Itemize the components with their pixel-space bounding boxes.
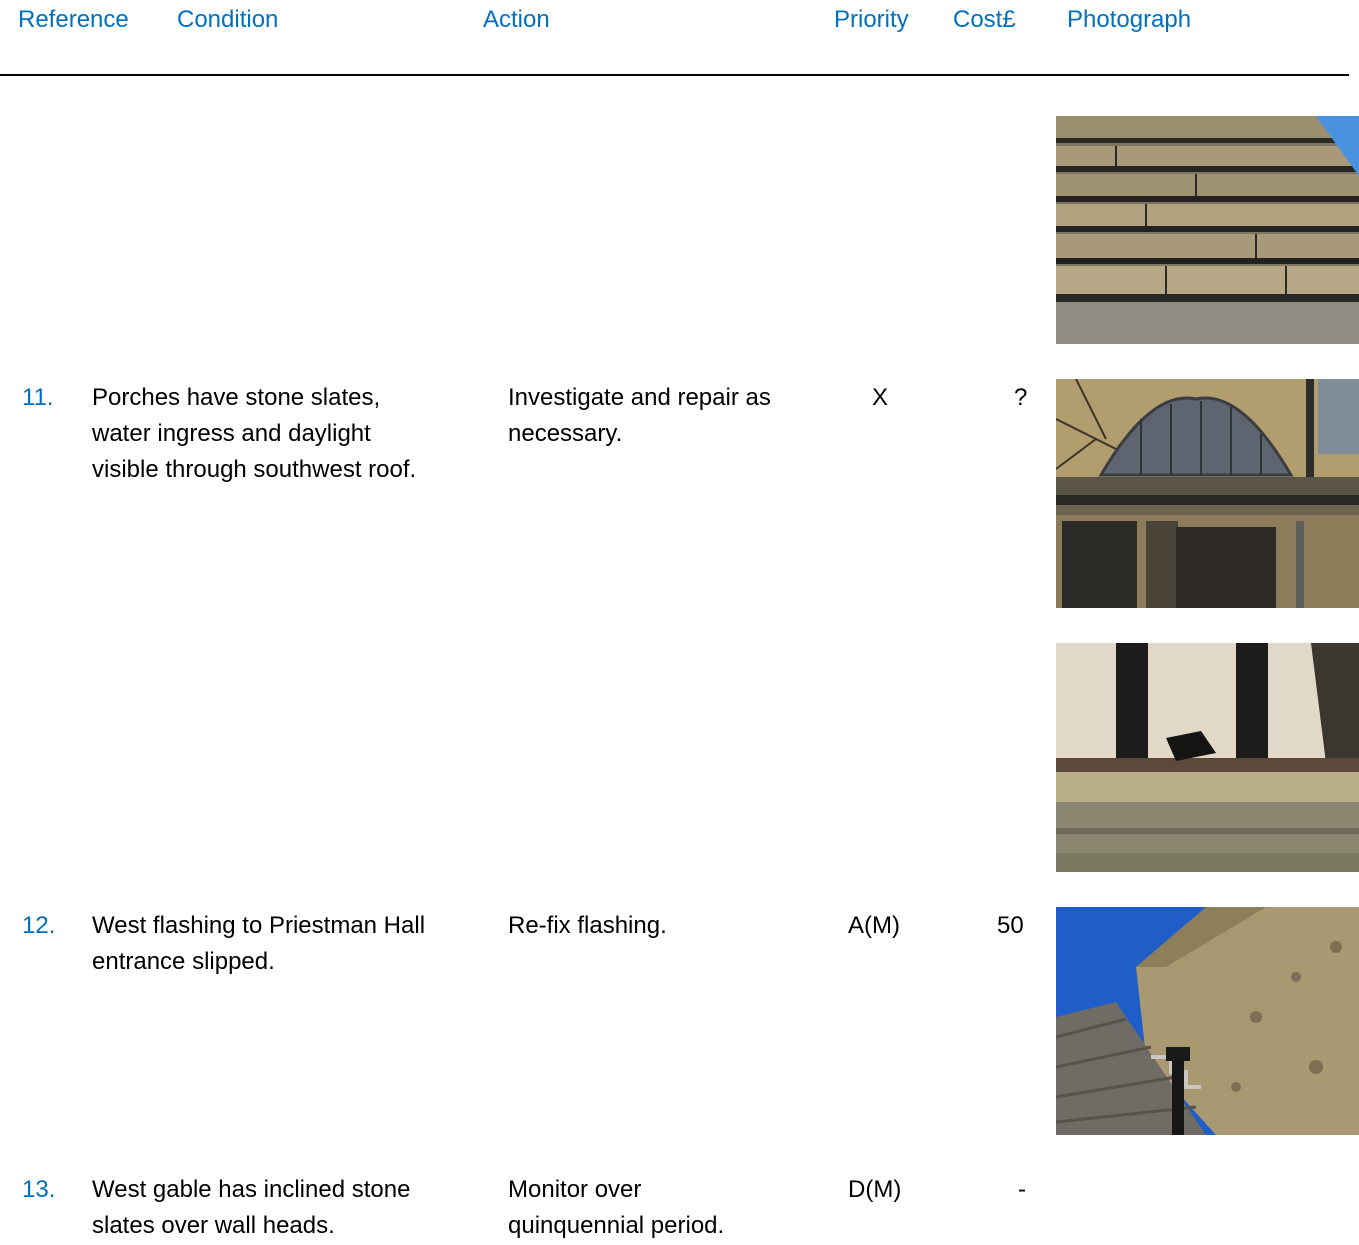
header-reference: Reference [18, 6, 129, 33]
header-divider [0, 74, 1349, 76]
row-12-condition-line-2: entrance slipped. [92, 948, 275, 975]
row-13-priority: D(M) [848, 1176, 902, 1203]
row-12-priority: A(M) [848, 912, 900, 939]
row-13-reference: 13. [22, 1176, 56, 1203]
row-12-condition-line-1: West flashing to Priestman Hall [92, 912, 426, 939]
header-priority: Priority [834, 6, 909, 33]
row-11-priority: X [872, 384, 889, 411]
header-condition: Condition [177, 6, 279, 33]
header-photograph: Photograph [1067, 6, 1192, 33]
row-12-cost: 50 [997, 912, 1024, 939]
row-13-condition-line-1: West gable has inclined stone [92, 1176, 411, 1203]
row-11-cost: ? [1014, 384, 1028, 411]
row-13-cost: - [1018, 1176, 1026, 1203]
row-11-reference: 11. [22, 384, 54, 411]
row-11-condition-line-2: water ingress and daylight [92, 420, 371, 447]
row-11-action-line-1: Investigate and repair as [508, 384, 771, 411]
row-12-action-line-1: Re-fix flashing. [508, 912, 667, 939]
row-11-condition-line-1: Porches have stone slates, [92, 384, 381, 411]
row-12-reference: 12. [22, 912, 56, 939]
row-13-condition-line-2: slates over wall heads. [92, 1212, 335, 1239]
photo-porch-gable-window [1056, 379, 1359, 608]
header-action: Action [483, 6, 550, 33]
row-13-action-line-1: Monitor over [508, 1176, 642, 1203]
photo-stone-slate-roof [1056, 116, 1359, 344]
row-13-action-line-2: quinquennial period. [508, 1212, 725, 1239]
photo-west-gable-wall [1056, 907, 1359, 1135]
row-11-condition-line-3: visible through southwest roof. [92, 456, 417, 483]
header-cost: Cost£ [953, 6, 1016, 33]
photo-porch-roof-underside [1056, 643, 1359, 872]
row-11-action-line-2: necessary. [508, 420, 623, 447]
